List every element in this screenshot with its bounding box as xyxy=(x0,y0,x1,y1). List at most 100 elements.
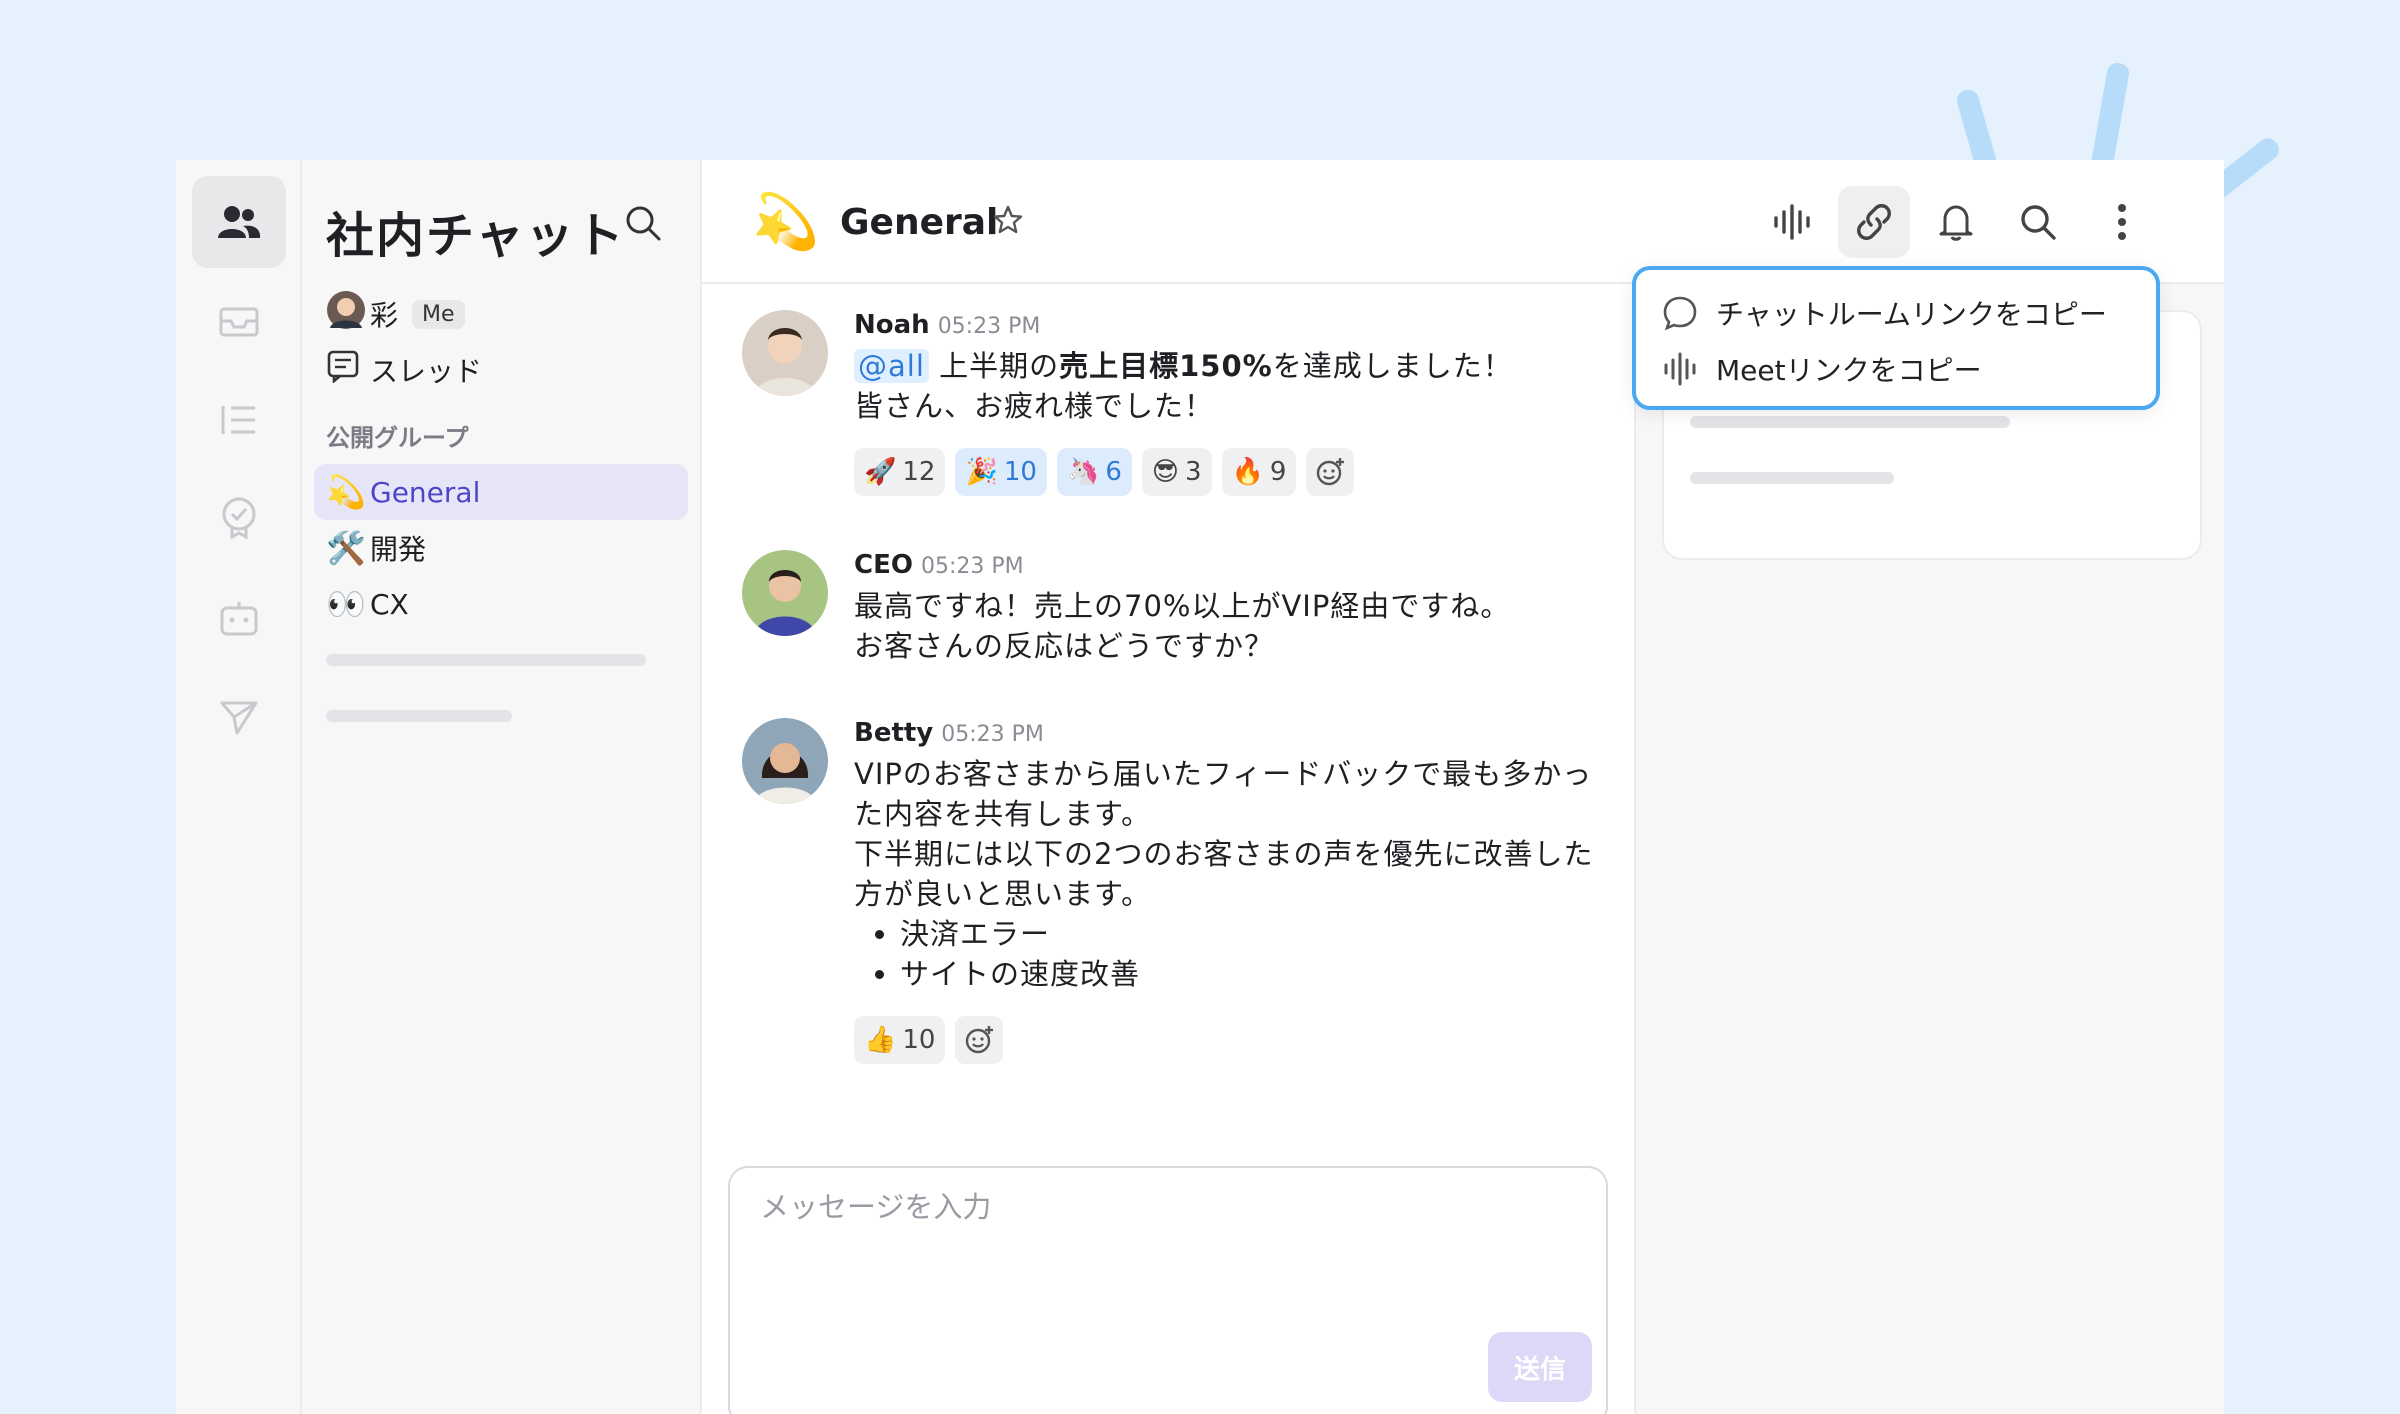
send-plane-icon xyxy=(220,701,258,735)
rail-tasks[interactable] xyxy=(192,472,286,564)
message-text-part: 下半期には以下の2つのお客さまの声を優先に改善した方が良いと思います。 xyxy=(854,837,1594,911)
list-item: サイトの速度改善 xyxy=(900,954,1594,994)
chat-bubble-icon xyxy=(1663,296,1697,331)
eyes-icon: 👀 xyxy=(326,585,366,623)
message-author: CEO xyxy=(854,550,913,580)
reaction-party[interactable]: 🎉 10 xyxy=(955,448,1047,496)
sidebar-item-label: 開発 xyxy=(370,533,427,566)
sidebar-item-threads[interactable]: スレッド xyxy=(314,342,688,398)
sidebar-item-me[interactable]: 彩 Me xyxy=(314,286,688,342)
add-reaction-button[interactable] xyxy=(955,1016,1004,1064)
bullet-list: 決済エラー サイトの速度改善 xyxy=(854,914,1594,994)
message-text-part: お客さんの反応はどうですか？ xyxy=(854,629,1275,663)
menu-item-copy-meet-link[interactable]: Meetリンクをコピー xyxy=(1662,344,1982,394)
audio-wave-icon xyxy=(1664,352,1696,386)
sidebar-item-label: スレッド xyxy=(370,355,483,388)
list-icon xyxy=(221,406,255,434)
message-text-part: 最高ですね！売上の70%以上がVIP経由ですね。 xyxy=(854,589,1511,623)
notifications-button[interactable] xyxy=(1920,186,1992,258)
search-button[interactable] xyxy=(2002,186,2074,258)
placeholder-bar xyxy=(326,654,646,666)
message-input[interactable] xyxy=(760,1190,1460,1224)
add-reaction-button[interactable] xyxy=(1306,448,1355,496)
link-dropdown-menu: チャットルームリンクをコピー Meetリンクをコピー xyxy=(1632,266,2160,410)
message-text-part: VIPのお客さまから届いたフィードバックで最も多かった内容を共有します。 xyxy=(854,757,1593,831)
reaction-count: 10 xyxy=(902,1025,936,1055)
menu-item-label: チャットルームリンクをコピー xyxy=(1716,298,2107,331)
message-text-part: 皆さん、お疲れ様でした！ xyxy=(854,389,1215,423)
right-panel xyxy=(1636,284,2224,1414)
reaction-count: 10 xyxy=(1003,457,1037,487)
rail-send[interactable] xyxy=(192,672,286,764)
sidebar-item-label: CX xyxy=(370,587,409,621)
inbox-icon xyxy=(219,307,259,337)
reaction-fire[interactable]: 🔥 9 xyxy=(1221,448,1297,496)
audio-wave-icon xyxy=(1774,204,1810,240)
channel-title: General xyxy=(840,202,999,243)
reaction-unicorn[interactable]: 🦄 6 xyxy=(1056,448,1132,496)
me-badge: Me xyxy=(412,299,465,329)
nav-rail xyxy=(176,160,302,1414)
badge-check-icon xyxy=(222,497,256,539)
sidebar-item-cx[interactable]: 👀 CX xyxy=(314,576,688,632)
message-author: Betty xyxy=(854,718,934,748)
message-text: 最高ですね！売上の70%以上がVIP経由ですね。 お客さんの反応はどうですか？ xyxy=(854,586,1594,666)
channel-sidebar: 社内チャット 彩 Me スレッド 公開グループ 💫 General 🛠️ 開発 xyxy=(302,160,702,1414)
message-composer: 送信 xyxy=(728,1166,1608,1414)
rail-inbox[interactable] xyxy=(192,276,286,368)
sidebar-item-label: 彩 xyxy=(370,299,399,332)
message-author: Noah xyxy=(854,310,930,340)
sidebar-item-dev[interactable]: 🛠️ 開発 xyxy=(314,520,688,576)
menu-item-label: Meetリンクをコピー xyxy=(1716,354,1982,387)
sunglasses-icon: 😎 xyxy=(1151,457,1179,487)
more-button[interactable] xyxy=(2086,186,2158,258)
mention-tag[interactable]: @all xyxy=(854,349,929,383)
sidebar-search-button[interactable] xyxy=(624,204,662,246)
reaction-count: 12 xyxy=(902,457,936,487)
message-text-bold: 売上目標150% xyxy=(1059,349,1273,383)
search-icon xyxy=(626,206,661,241)
reaction-count: 6 xyxy=(1105,457,1122,487)
favorite-button[interactable] xyxy=(992,204,1024,240)
star-icon xyxy=(993,205,1023,234)
message-time: 05:23 PM xyxy=(941,722,1044,747)
sidebar-item-label: General xyxy=(370,475,481,509)
sidebar-item-general[interactable]: 💫 General xyxy=(314,464,688,520)
message-text-part: を達成しました！ xyxy=(1272,349,1513,383)
bot-icon xyxy=(220,602,258,636)
rocket-icon: 🚀 xyxy=(864,457,897,487)
reactions: 👍 10 xyxy=(854,1016,1594,1064)
reaction-thumbs-up[interactable]: 👍 10 xyxy=(854,1016,946,1064)
reaction-count: 3 xyxy=(1184,457,1202,487)
audio-button[interactable] xyxy=(1756,186,1828,258)
fire-icon: 🔥 xyxy=(1231,457,1264,487)
message-time: 05:23 PM xyxy=(920,554,1024,579)
link-button[interactable] xyxy=(1838,186,1910,258)
avatar-ceo xyxy=(742,550,828,636)
send-button[interactable]: 送信 xyxy=(1488,1332,1592,1402)
menu-item-copy-room-link[interactable]: チャットルームリンクをコピー xyxy=(1662,288,2107,338)
reaction-sunglasses[interactable]: 😎 3 xyxy=(1141,448,1212,496)
rail-list[interactable] xyxy=(192,374,286,466)
avatar-noah xyxy=(742,310,828,396)
thread-icon xyxy=(326,349,370,391)
avatar xyxy=(326,290,370,338)
sidebar-title: 社内チャット xyxy=(326,208,626,264)
list-item: 決済エラー xyxy=(900,914,1594,954)
placeholder-bar xyxy=(1690,472,1894,484)
people-icon xyxy=(218,206,261,238)
dizzy-icon: 💫 xyxy=(326,473,366,511)
search-icon xyxy=(2021,205,2056,240)
reaction-rocket[interactable]: 🚀 12 xyxy=(854,448,946,496)
reaction-count: 9 xyxy=(1269,457,1287,487)
party-popper-icon: 🎉 xyxy=(965,457,998,487)
rail-people[interactable] xyxy=(192,176,286,268)
message-text: VIPのお客さまから届いたフィードバックで最も多かった内容を共有します。 下半期… xyxy=(854,754,1594,994)
rail-bot[interactable] xyxy=(192,572,286,664)
more-vertical-icon xyxy=(2118,204,2126,240)
chat-main: 💫 General Noah 05:23 PM @all 上半期の売上目標150… xyxy=(702,160,2224,1414)
section-label: 公開グループ xyxy=(326,424,469,452)
placeholder-bar xyxy=(1690,416,2010,428)
thumbs-up-icon: 👍 xyxy=(864,1025,897,1055)
channel-emoji: 💫 xyxy=(752,190,820,253)
